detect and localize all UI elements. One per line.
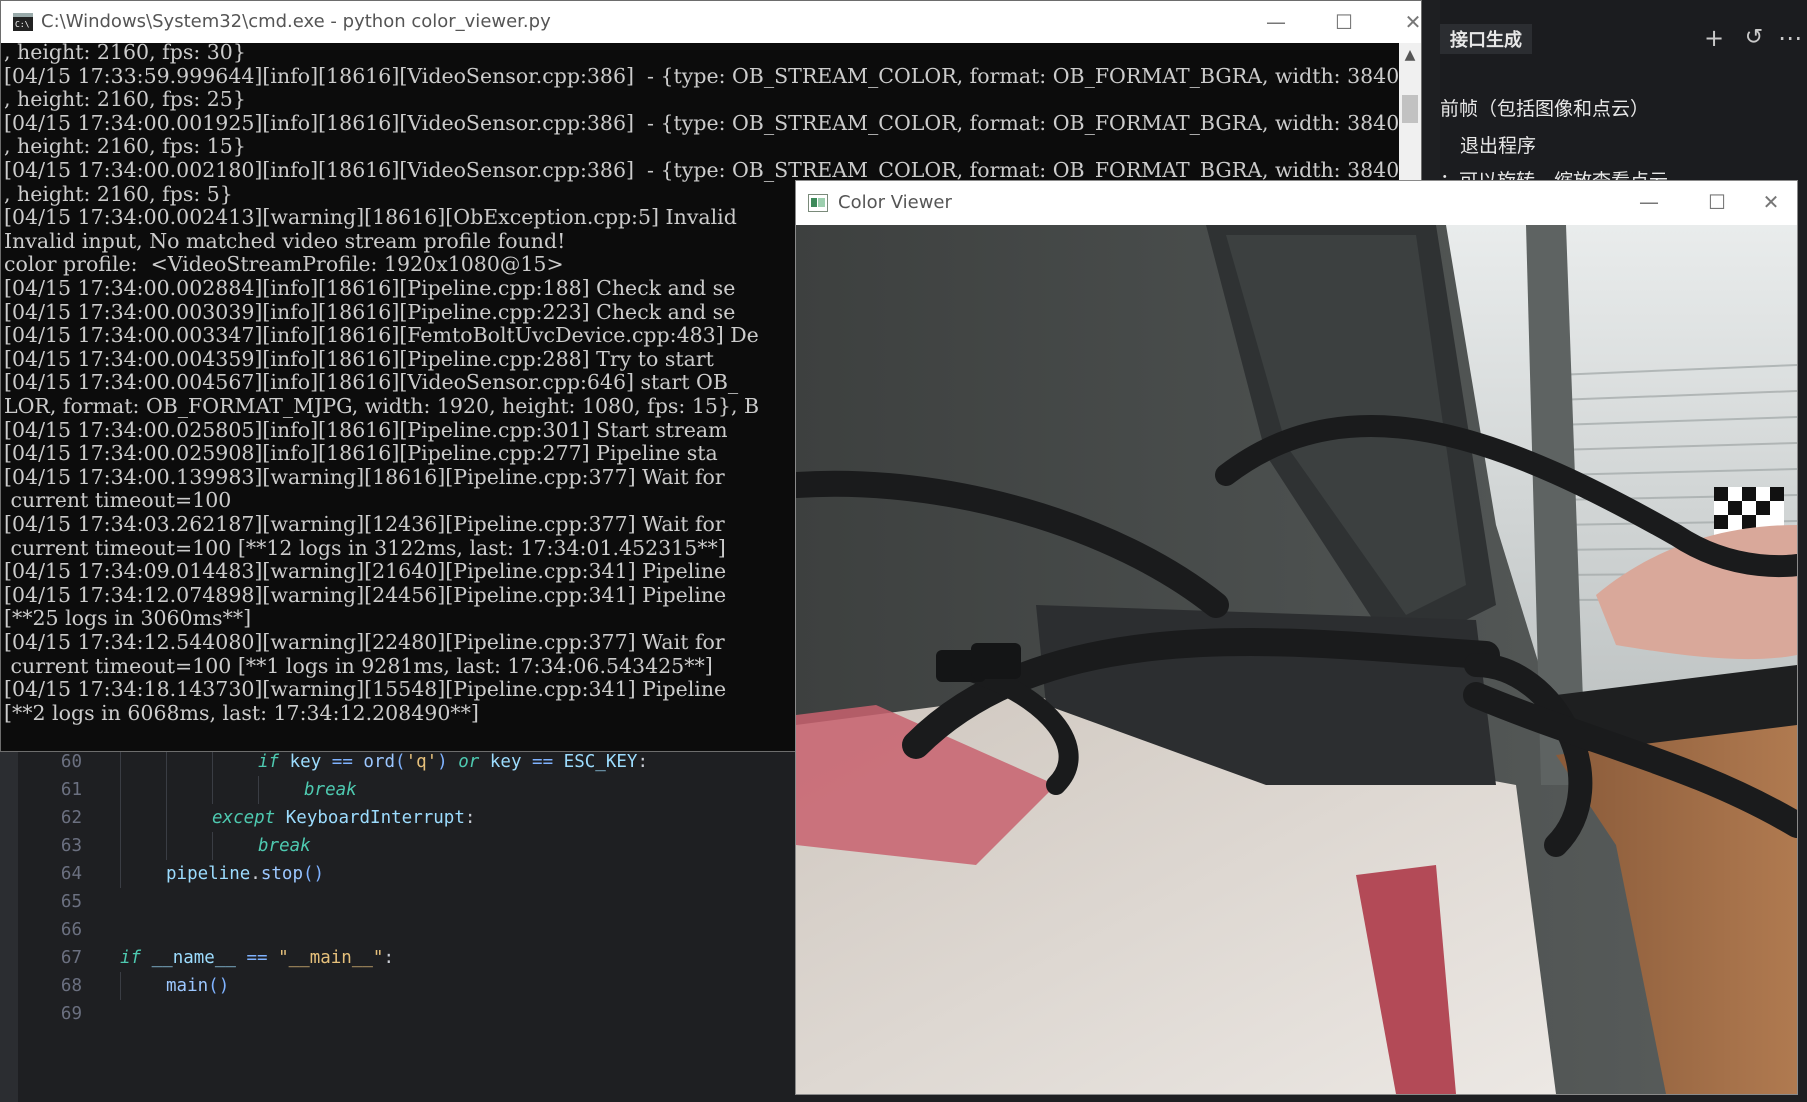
line-number: 60 bbox=[60, 752, 82, 772]
log-line: , height: 2160, fps: 5} bbox=[4, 181, 233, 206]
code-text: break bbox=[304, 780, 357, 800]
log-line: [04/15 17:34:12.544080][warning][22480][… bbox=[4, 630, 725, 654]
indent-guide bbox=[120, 776, 121, 804]
code-line[interactable]: 63 break bbox=[0, 832, 800, 860]
camera-frame-image[interactable] bbox=[796, 225, 1797, 1094]
log-line: [04/15 17:34:03.262187][warning][12436][… bbox=[4, 512, 725, 536]
log-line: [**25 logs in 3060ms**] bbox=[4, 606, 252, 631]
line-number: 67 bbox=[60, 948, 82, 968]
line-number: 65 bbox=[60, 892, 82, 912]
code-text: main() bbox=[166, 976, 230, 996]
code-line[interactable]: 66 bbox=[0, 916, 800, 944]
log-line: [04/15 17:34:00.003347][info][18616][Fem… bbox=[4, 323, 759, 348]
code-text: except KeyboardInterrupt: bbox=[212, 808, 476, 828]
log-line: color profile: <VideoStreamProfile: 1920… bbox=[4, 252, 564, 277]
code-line[interactable]: 62 except KeyboardInterrupt: bbox=[0, 804, 800, 832]
panel-line-1: 前帧（包括图像和点云） bbox=[1440, 98, 1650, 120]
log-line: [04/15 17:34:00.139983][warning][18616][… bbox=[4, 464, 725, 489]
panel-title[interactable]: 接口生成 bbox=[1440, 24, 1532, 54]
code-text: if key == ord('q') or key == ESC_KEY: bbox=[258, 752, 648, 772]
viewer-close-button[interactable]: ✕ bbox=[1748, 181, 1794, 223]
log-line: [04/15 17:34:00.025908][info][18616][Pip… bbox=[4, 441, 718, 466]
log-line: [04/15 17:34:00.004359][info][18616][Pip… bbox=[4, 346, 714, 371]
log-line: [04/15 17:34:00.003039][info][18616][Pip… bbox=[4, 299, 736, 324]
indent-guide bbox=[120, 804, 121, 832]
scrollbar-thumb[interactable] bbox=[1402, 95, 1418, 123]
code-text: break bbox=[258, 836, 311, 856]
log-line: [04/15 17:34:18.143730][warning][15548][… bbox=[4, 677, 727, 702]
code-text: pipeline.stop() bbox=[166, 864, 325, 884]
log-line: current timeout=100 bbox=[4, 488, 232, 513]
log-line: [04/15 17:34:12.074898][warning][24456][… bbox=[4, 582, 727, 607]
plus-icon[interactable]: + bbox=[1702, 26, 1726, 50]
viewer-window-title: Color Viewer bbox=[838, 192, 952, 213]
camera-scene bbox=[796, 225, 1797, 1094]
code-line[interactable]: 61 break bbox=[0, 776, 800, 804]
code-text: if __name__ == "__main__": bbox=[120, 948, 394, 968]
panel-line-2: 退出程序 bbox=[1460, 135, 1537, 157]
log-line: LOR, format: OB_FORMAT_MJPG, width: 1920… bbox=[4, 394, 760, 418]
color-viewer-window[interactable]: Color Viewer — ☐ ✕ bbox=[795, 180, 1798, 1095]
cmd-close-button[interactable]: ✕ bbox=[1393, 1, 1433, 43]
code-line[interactable]: 68 main() bbox=[0, 972, 800, 1000]
log-line: [04/15 17:34:00.002413][warning][18616][… bbox=[4, 205, 737, 230]
code-line[interactable]: 64 pipeline.stop() bbox=[0, 860, 800, 888]
viewer-maximize-button[interactable]: ☐ bbox=[1694, 181, 1740, 223]
indent-guide bbox=[258, 776, 259, 804]
code-line[interactable]: 67 if __name__ == "__main__": bbox=[0, 944, 800, 972]
indent-guide bbox=[166, 804, 167, 832]
line-number: 61 bbox=[60, 780, 82, 800]
assistant-side-panel: 接口生成 + ↺ ⋯ 前帧（包括图像和点云） 退出程序 ：可以旋转、缩放查看点云 bbox=[1440, 0, 1807, 192]
indent-guide bbox=[212, 748, 213, 776]
log-line: [04/15 17:34:00.025805][info][18616][Pip… bbox=[4, 417, 728, 442]
line-number: 69 bbox=[60, 1004, 82, 1024]
log-line: , height: 2160, fps: 25} bbox=[4, 87, 246, 112]
log-line: , height: 2160, fps: 30} bbox=[4, 43, 246, 64]
log-line: [04/15 17:34:00.002884][info][18616][Pip… bbox=[4, 276, 736, 300]
cmd-app-icon: C:\ bbox=[13, 13, 33, 31]
line-number: 63 bbox=[60, 836, 82, 856]
log-line: current timeout=100 [**12 logs in 3122ms… bbox=[4, 535, 726, 560]
indent-guide bbox=[120, 748, 121, 776]
log-line: [**2 logs in 6068ms, last: 17:34:12.2084… bbox=[4, 700, 479, 725]
line-number: 68 bbox=[60, 976, 82, 996]
line-number: 64 bbox=[60, 864, 82, 884]
code-line[interactable]: 69 bbox=[0, 1000, 800, 1028]
indent-guide bbox=[166, 832, 167, 860]
cmd-maximize-button[interactable]: ☐ bbox=[1321, 1, 1367, 43]
indent-guide bbox=[166, 776, 167, 804]
cmd-titlebar[interactable]: C:\ C:\Windows\System32\cmd.exe - python… bbox=[1, 1, 1421, 43]
more-icon[interactable]: ⋯ bbox=[1778, 26, 1802, 50]
cmd-minimize-button[interactable]: — bbox=[1253, 1, 1299, 43]
code-line[interactable]: 60 if key == ord('q') or key == ESC_KEY: bbox=[0, 748, 800, 776]
viewer-app-icon bbox=[808, 194, 828, 212]
viewer-minimize-button[interactable]: — bbox=[1626, 181, 1672, 223]
indent-guide bbox=[120, 972, 121, 1000]
indent-guide bbox=[212, 776, 213, 804]
svg-text:C:\: C:\ bbox=[15, 20, 30, 29]
log-line: , height: 2160, fps: 15} bbox=[4, 134, 246, 159]
log-line: [04/15 17:33:59.999644][info][18616][Vid… bbox=[4, 63, 1400, 88]
cmd-window-title: C:\Windows\System32\cmd.exe - python col… bbox=[41, 11, 551, 32]
log-line: current timeout=100 [**1 logs in 9281ms,… bbox=[4, 653, 713, 678]
log-line: [04/15 17:34:09.014483][warning][21640][… bbox=[4, 559, 727, 584]
history-icon[interactable]: ↺ bbox=[1742, 26, 1766, 50]
code-line[interactable]: 65 bbox=[0, 888, 800, 916]
viewer-titlebar[interactable]: Color Viewer — ☐ ✕ bbox=[796, 181, 1797, 225]
scroll-up-arrow-icon[interactable]: ▲ bbox=[1399, 47, 1421, 63]
line-number: 66 bbox=[60, 920, 82, 940]
log-line: [04/15 17:34:00.001925][info][18616][Vid… bbox=[4, 110, 1400, 135]
indent-guide bbox=[166, 748, 167, 776]
indent-guide bbox=[120, 832, 121, 860]
indent-guide bbox=[212, 832, 213, 860]
line-number: 62 bbox=[60, 808, 82, 828]
log-line: [04/15 17:34:00.004567][info][18616][Vid… bbox=[4, 370, 739, 395]
indent-guide bbox=[120, 860, 121, 888]
log-line: Invalid input, No matched video stream p… bbox=[4, 228, 566, 253]
